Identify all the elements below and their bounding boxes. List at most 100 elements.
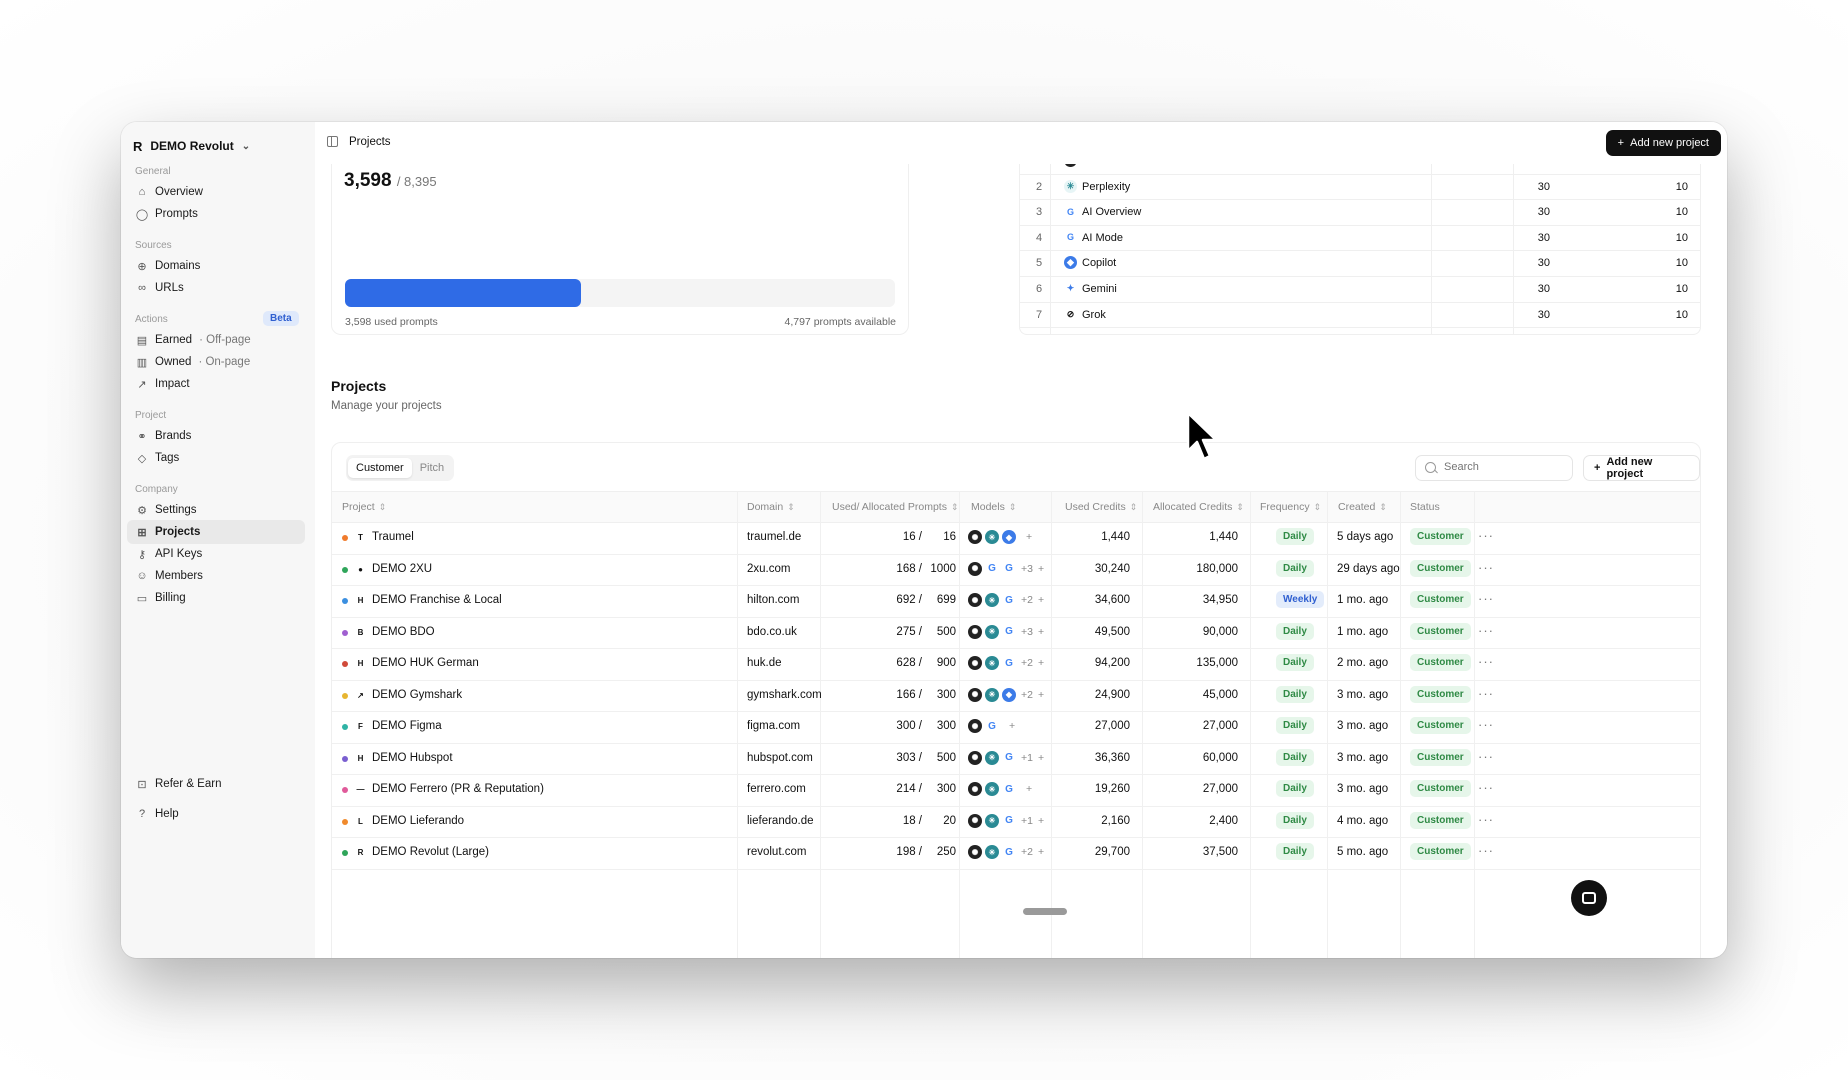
more-options-icon[interactable]: ···: [1478, 686, 1494, 701]
chat-icon: [1582, 892, 1596, 904]
project-logo: T: [358, 533, 363, 542]
project-name[interactable]: DEMO 2XU: [372, 563, 432, 575]
table-row[interactable]: H DEMO Hubspot hubspot.com 303 /500 ✺ ✳ G +1 +36…: [332, 743, 1700, 775]
col-used-credits[interactable]: Used Credits ⇕: [1065, 501, 1137, 513]
col-project[interactable]: Project ⇕: [342, 501, 386, 513]
project-name[interactable]: DEMO BDO: [372, 626, 435, 638]
table-row[interactable]: F DEMO Figma figma.com 300 / 300 ✺ G +27,000 27,…: [332, 711, 1700, 744]
col-models[interactable]: Models ⇕: [971, 501, 1016, 513]
project-domain: bdo.co.uk: [747, 625, 797, 638]
col-frequency[interactable]: Frequency ⇕: [1260, 501, 1321, 513]
sidebar-item-domains[interactable]: ⊕ Domains: [127, 254, 305, 278]
button-label: Add new project: [1630, 137, 1709, 149]
model-name: ChatGPT: [1082, 164, 1128, 167]
model-rank: 1: [1032, 164, 1046, 167]
project-name[interactable]: DEMO Franchise & Local: [372, 594, 502, 606]
sidebar-item-settings[interactable]: ⚙ Settings: [127, 498, 305, 522]
sidebar-item-owned[interactable]: ▥ Owned · On-page: [127, 350, 305, 374]
more-options-icon[interactable]: ···: [1478, 812, 1494, 827]
google-icon: G: [1002, 750, 1016, 765]
project-name[interactable]: DEMO Lieferando: [372, 815, 464, 827]
sort-icon: ⇕: [378, 502, 387, 512]
more-options-icon[interactable]: ···: [1478, 780, 1494, 795]
project-name[interactable]: DEMO Ferrero (PR & Reputation): [372, 783, 544, 795]
project-name[interactable]: DEMO Gymshark: [372, 689, 462, 701]
table-row[interactable]: H DEMO Franchise & Local hilton.com 692 / 69…: [332, 585, 1700, 618]
allocated-prompts: 300: [936, 720, 956, 732]
col-created[interactable]: Created ⇕: [1338, 501, 1387, 513]
project-name[interactable]: DEMO Revolut (Large): [372, 846, 489, 858]
col-used-allocated[interactable]: Used/ Allocated Prompts ⇕: [832, 501, 959, 513]
search-field[interactable]: [1415, 455, 1573, 481]
sidebar-item-impact[interactable]: ↗ Impact: [127, 372, 305, 396]
perplexity-icon: ✳: [985, 530, 999, 544]
more-options-icon[interactable]: ···: [1478, 843, 1494, 858]
more-options-icon[interactable]: ···: [1478, 623, 1494, 638]
sidebar-item-tags[interactable]: ◇ Tags: [127, 446, 305, 470]
project-logo: ●: [358, 564, 363, 574]
add-new-project-button[interactable]: + Add new project: [1605, 130, 1721, 156]
project-logo: —: [356, 785, 365, 794]
project-name[interactable]: DEMO Figma: [372, 720, 442, 732]
sidebar-item-brands[interactable]: ⚭ Brands: [127, 424, 305, 448]
tab-customer[interactable]: Customer: [348, 458, 412, 478]
sidebar-item-help[interactable]: ? Help: [127, 802, 305, 826]
frequency-badge: Daily: [1276, 843, 1314, 860]
tag-icon: ◇: [137, 452, 147, 465]
project-name[interactable]: DEMO HUK German: [372, 657, 479, 669]
sidebar-item-urls[interactable]: ∞ URLs: [127, 276, 305, 300]
sidebar-item-refer[interactable]: ⊡ Refer & Earn: [127, 772, 305, 796]
table-row[interactable]: R DEMO Revolut (Large) revolut.com 198 / 250…: [332, 837, 1700, 870]
model-value-b: 10: [1675, 231, 1688, 244]
allocated-prompts: 1000: [930, 562, 956, 575]
project-logo: R: [357, 848, 364, 857]
workspace-switcher[interactable]: R DEMO Revolut ⌄: [133, 136, 250, 156]
usage-progress-fill: [345, 279, 581, 307]
more-options-icon[interactable]: ···: [1478, 749, 1494, 764]
table-row[interactable]: H DEMO HUK German huk.de 628 /900 ✺ ✳ G +2 +94,2…: [332, 648, 1700, 681]
sidebar-item-billing[interactable]: ▭ Billing: [127, 586, 305, 610]
more-options-icon[interactable]: ···: [1478, 528, 1494, 543]
workspace-name: DEMO Revolut: [150, 139, 234, 153]
table-row[interactable]: — DEMO Ferrero (PR & Reputation) ferrero.c…: [332, 774, 1700, 807]
col-domain[interactable]: Domain ⇕: [747, 501, 795, 513]
sidebar-item-members[interactable]: ☺ Members: [127, 564, 305, 588]
project-name[interactable]: Traumel: [372, 531, 414, 543]
plus-icon: +: [1617, 137, 1625, 149]
sidebar-toggle-icon[interactable]: [327, 136, 338, 147]
sidebar-item-earned[interactable]: ▤ Earned · Off-page: [127, 328, 305, 352]
table-row[interactable]: B DEMO BDO bdo.co.uk 275 /500 ✺ ✳ G +3 +49,500 90…: [332, 617, 1700, 649]
frequency-badge: Weekly: [1276, 591, 1325, 608]
google-icon: G: [1002, 782, 1016, 796]
table-row[interactable]: ● DEMO 2XU 2xu.com 168 /1000 ✺ G G +3 +30,240 180…: [332, 554, 1700, 586]
model-name: Perplexity: [1082, 180, 1131, 193]
horizontal-scrollbar[interactable]: [1023, 908, 1067, 915]
project-name[interactable]: DEMO Hubspot: [372, 752, 453, 764]
sidebar-item-prompts[interactable]: ◯ Prompts: [127, 202, 305, 226]
more-options-icon[interactable]: ···: [1478, 560, 1494, 575]
more-options-icon[interactable]: ···: [1478, 654, 1494, 669]
add-new-project-table-button[interactable]: + Add new project: [1583, 455, 1700, 481]
table-row[interactable]: T Traumel traumel.de 16 / 16 ✺ ✳ ◆ + 1,440 1,440 Da…: [332, 522, 1700, 555]
add-model-icon[interactable]: +: [1009, 720, 1015, 732]
chat-support-button[interactable]: [1571, 880, 1607, 916]
table-row[interactable]: L DEMO Lieferando lieferando.de 18 /20 ✺ ✳ G +1…: [332, 806, 1700, 838]
tab-pitch[interactable]: Pitch: [412, 458, 452, 478]
table-row[interactable]: ↗ DEMO Gymshark gymshark.com 166 /300 ✺ ✳ ◆ +2 +…: [332, 680, 1700, 712]
sidebar-item-projects[interactable]: ⊞ Projects: [127, 520, 305, 544]
search-input[interactable]: [1442, 460, 1566, 474]
sort-icon: ⇕: [1379, 502, 1387, 512]
more-options-icon[interactable]: ···: [1478, 717, 1494, 732]
project-logo: L: [358, 816, 363, 826]
more-options-icon[interactable]: ···: [1478, 591, 1494, 606]
status-dot: [342, 818, 348, 825]
perplexity-icon: ✳: [985, 687, 999, 702]
status-badge: Customer: [1410, 811, 1471, 829]
col-status[interactable]: Status: [1410, 501, 1440, 513]
sidebar-item-label: Tags: [155, 452, 180, 464]
sidebar-item-api-keys[interactable]: ⚷ API Keys: [127, 542, 305, 566]
used-value: 3,598: [344, 170, 392, 191]
sidebar-item-label: Owned: [155, 356, 192, 368]
col-allocated-credits[interactable]: Allocated Credits ⇕: [1153, 501, 1244, 513]
sidebar-item-overview[interactable]: ⌂ Overview: [127, 180, 305, 204]
